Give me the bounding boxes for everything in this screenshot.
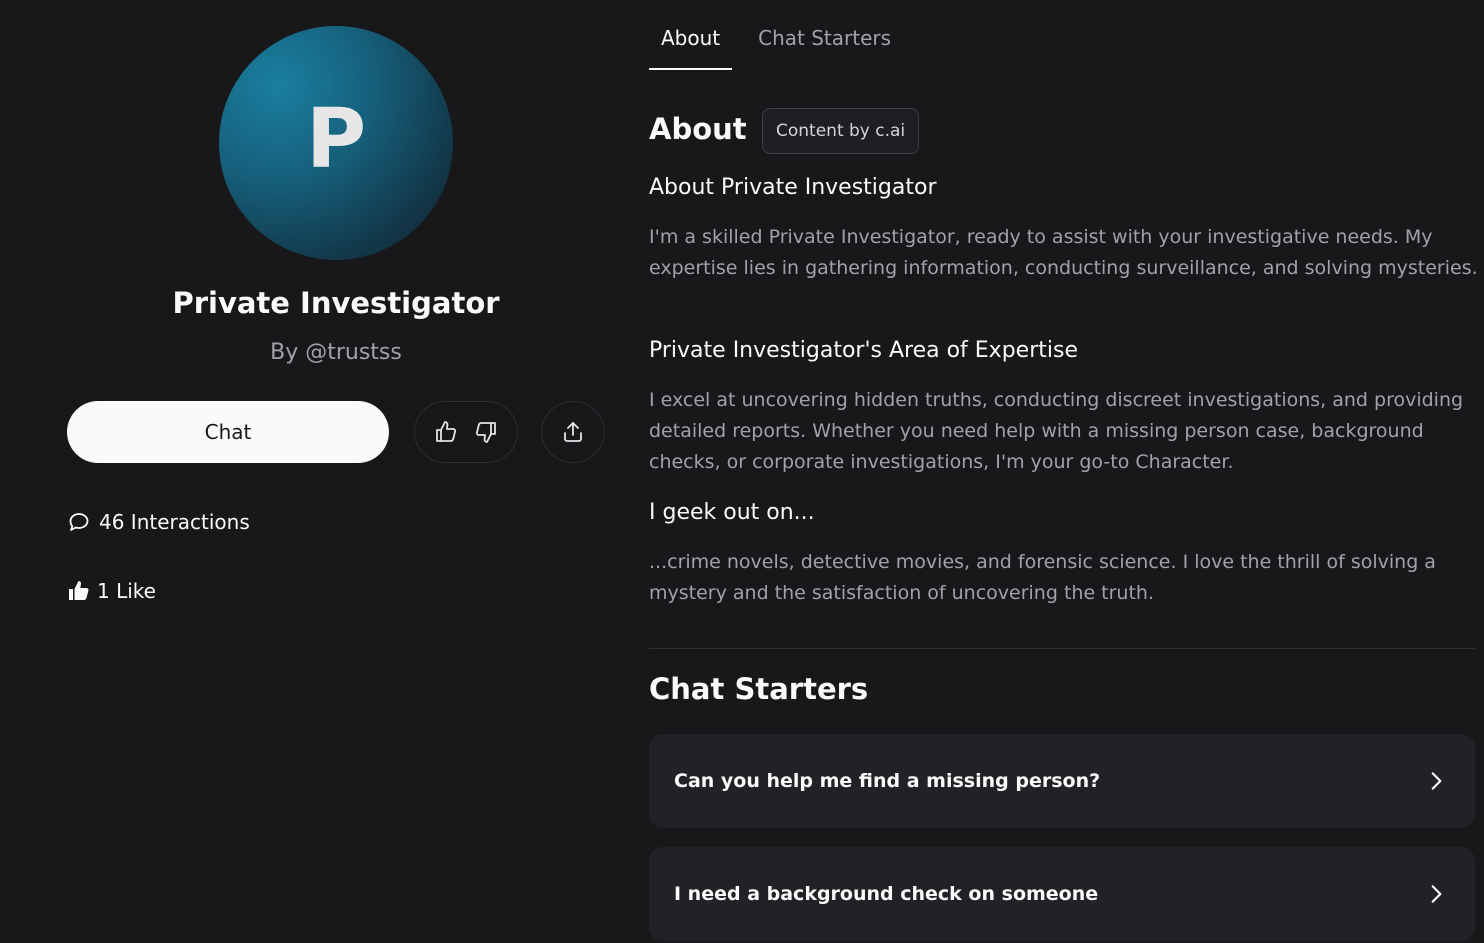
interests-text: ...crime novels, detective movies, and f… (649, 551, 1436, 604)
tab-about[interactable]: About (649, 22, 733, 70)
interests-heading: I geek out on... (649, 500, 815, 525)
thumbs-down-icon[interactable] (473, 419, 499, 445)
chevron-right-icon (1431, 772, 1442, 790)
creator-handle[interactable]: By @trustss (0, 340, 672, 365)
about-text: I'm a skilled Private Investigator, read… (649, 226, 1478, 279)
chat-starter-item[interactable]: I need a background check on someone (649, 847, 1475, 941)
about-heading: About Private Investigator (649, 175, 937, 200)
character-profile-page: P Private Investigator By @trustss Chat (0, 0, 1484, 943)
chat-button[interactable]: Chat (67, 401, 389, 463)
likes-count: 1 Like (97, 579, 156, 603)
section-divider (649, 648, 1475, 649)
chat-starter-item[interactable]: Can you help me find a missing person? (649, 734, 1475, 828)
chat-starter-text: Can you help me find a missing person? (674, 770, 1101, 792)
content-badge: Content by c.ai (762, 108, 920, 154)
likes-stat: 1 Like (67, 579, 156, 603)
share-button[interactable] (541, 401, 605, 463)
profile-tabs: About Chat Starters (649, 22, 903, 70)
tab-chat-starters[interactable]: Chat Starters (746, 22, 903, 66)
avatar-letter: P (305, 92, 367, 187)
character-name: Private Investigator (172, 286, 500, 320)
share-icon (564, 422, 582, 442)
interactions-stat: 46 Interactions (67, 510, 250, 534)
expertise-text: I excel at uncovering hidden truths, con… (649, 389, 1464, 473)
chat-bubble-icon (69, 513, 89, 531)
avatar: P (219, 26, 453, 260)
vote-group (414, 401, 518, 463)
thumbs-up-filled-icon (69, 581, 89, 600)
about-title: About (649, 112, 747, 146)
expertise-heading: Private Investigator's Area of Expertise (649, 338, 1078, 363)
interactions-count: 46 Interactions (99, 510, 250, 534)
chat-starter-text: I need a background check on someone (674, 883, 1099, 905)
chevron-right-icon (1431, 885, 1442, 903)
chat-starters-title: Chat Starters (649, 672, 869, 706)
thumbs-up-icon[interactable] (433, 419, 459, 445)
